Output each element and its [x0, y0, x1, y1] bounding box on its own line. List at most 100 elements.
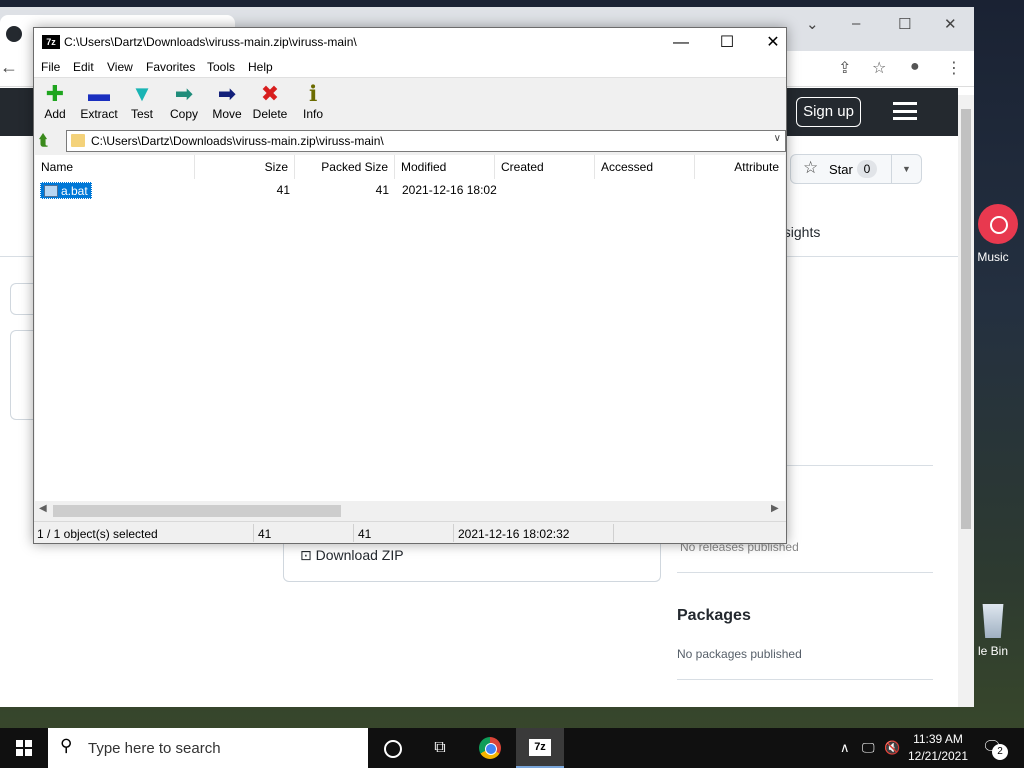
packages-heading[interactable]: Packages	[677, 607, 751, 625]
left-panel-fragment	[10, 283, 34, 315]
sevenzip-titlebar[interactable]: 7z C:\Users\Dartz\Downloads\viruss-main.…	[34, 28, 786, 58]
sevenzip-window: 7z C:\Users\Dartz\Downloads\viruss-main.…	[33, 27, 787, 544]
column-created[interactable]: Created	[495, 155, 595, 179]
status-separator	[453, 524, 454, 542]
browser-close-button[interactable]: ✕	[944, 15, 957, 33]
star-count: 0	[857, 160, 877, 178]
status-selection: 1 / 1 object(s) selected	[37, 527, 158, 541]
chrome-icon	[479, 737, 501, 759]
search-placeholder: Type here to search	[88, 740, 221, 757]
folder-icon	[71, 134, 85, 147]
horizontal-scroll-thumb[interactable]	[53, 505, 341, 517]
music-app-icon	[978, 204, 1018, 244]
sevenzip-maximize-button[interactable]: ☐	[704, 31, 750, 55]
sidebar-divider	[677, 572, 933, 573]
status-size: 41	[258, 527, 272, 541]
browser-tab-search-icon[interactable]: ⌄	[806, 15, 819, 33]
copy-label: Copy	[169, 107, 198, 121]
column-size[interactable]: Size	[195, 155, 295, 179]
search-icon: ⚲	[60, 736, 73, 755]
status-bar: 1 / 1 object(s) selected 41 41 2021-12-1…	[34, 521, 786, 543]
info-button[interactable]: ℹ Info	[301, 81, 325, 121]
menu-file[interactable]: File	[41, 60, 60, 74]
download-zip-link[interactable]: ⊡ Download ZIP	[300, 547, 404, 564]
extract-label: Extract	[80, 107, 118, 121]
task-view-icon[interactable]: ⧉	[416, 728, 464, 768]
test-button[interactable]: ▼ Test	[129, 81, 155, 121]
hamburger-menu-icon[interactable]	[893, 102, 917, 120]
status-separator	[353, 524, 354, 542]
extract-button[interactable]: ▬ Extract	[79, 81, 119, 121]
star-label: Star	[829, 162, 853, 177]
chrome-taskbar-button[interactable]	[466, 728, 514, 768]
github-favicon-icon	[6, 26, 22, 42]
clock-date: 12/21/2021	[907, 749, 969, 763]
network-icon[interactable]: 🖵	[862, 740, 875, 756]
volume-muted-icon[interactable]: 🔇	[884, 740, 900, 756]
left-panel-fragment	[10, 330, 34, 420]
share-icon[interactable]: ⇪	[838, 58, 851, 78]
notification-center-icon[interactable]: 🗨2	[982, 737, 1008, 760]
browser-maximize-button[interactable]: ☐	[898, 15, 911, 33]
copy-button[interactable]: ➡ Copy	[169, 81, 199, 121]
path-dropdown-icon[interactable]: ∨	[774, 133, 781, 144]
browser-minimize-button[interactable]: –	[852, 15, 860, 32]
scroll-left-icon[interactable]: ◀	[39, 503, 47, 514]
table-row[interactable]: a.bat 41 41 2021-12-16 18:02	[35, 181, 785, 199]
taskbar-clock[interactable]: 11:39 AM 12/21/2021	[904, 731, 972, 765]
horizontal-scrollbar[interactable]: ◀ ▶	[35, 502, 785, 519]
path-input[interactable]: C:\Users\Dartz\Downloads\viruss-main.zip…	[66, 130, 786, 152]
bookmark-star-icon[interactable]: ☆	[872, 58, 886, 78]
browser-scrollbar[interactable]	[958, 95, 974, 707]
browser-menu-icon[interactable]: ⋮	[946, 58, 962, 78]
move-button[interactable]: ➡ Move	[211, 81, 243, 121]
column-accessed[interactable]: Accessed	[595, 155, 695, 179]
path-bar: ⮬ C:\Users\Dartz\Downloads\viruss-main.z…	[34, 128, 786, 154]
status-modified: 2021-12-16 18:02:32	[458, 527, 570, 541]
file-name-cell[interactable]: a.bat	[40, 182, 92, 199]
column-modified[interactable]: Modified	[395, 155, 495, 179]
add-icon: ✚	[45, 81, 65, 106]
column-attribute[interactable]: Attribute	[695, 155, 785, 179]
star-dropdown-icon[interactable]: ▼	[891, 155, 921, 183]
menu-tools[interactable]: Tools	[207, 60, 235, 74]
taskbar-search-box[interactable]: ⚲ Type here to search	[48, 728, 368, 768]
info-icon: ℹ	[308, 81, 318, 106]
sevenzip-taskbar-icon: 7z	[529, 739, 551, 756]
clock-time: 11:39 AM	[913, 732, 963, 746]
recycle-bin-icon	[982, 604, 1004, 638]
file-packed-size: 41	[375, 183, 389, 197]
info-label: Info	[302, 107, 323, 121]
copy-icon: ➡	[174, 81, 194, 106]
status-packed: 41	[358, 527, 372, 541]
star-button[interactable]: ☆ Star 0 ▼	[790, 154, 922, 184]
taskbar: ⚲ Type here to search ⧉ 7z ∧ 🖵 🔇 11:39 A…	[0, 728, 1024, 768]
move-label: Move	[212, 107, 242, 121]
add-button[interactable]: ✚ Add	[43, 81, 67, 121]
sevenzip-app-icon: 7z	[42, 35, 60, 49]
sign-up-button[interactable]: Sign up	[796, 97, 861, 127]
column-name[interactable]: Name	[35, 155, 195, 179]
sevenzip-minimize-button[interactable]: —	[658, 31, 704, 55]
menu-help[interactable]: Help	[248, 60, 273, 74]
menu-favorites[interactable]: Favorites	[146, 60, 195, 74]
sevenzip-close-button[interactable]: ✕	[750, 31, 796, 55]
column-packed-size[interactable]: Packed Size	[295, 155, 395, 179]
windows-start-icon[interactable]	[16, 740, 32, 756]
file-size: 41	[276, 183, 290, 197]
cortana-icon[interactable]	[368, 728, 416, 768]
menu-view[interactable]: View	[107, 60, 133, 74]
file-list[interactable]: Name Size Packed Size Modified Created A…	[35, 155, 785, 501]
tray-overflow-icon[interactable]: ∧	[840, 740, 850, 756]
extract-icon: ▬	[88, 81, 110, 106]
sevenzip-taskbar-button[interactable]: 7z	[516, 728, 564, 768]
add-label: Add	[44, 107, 66, 121]
browser-scroll-thumb[interactable]	[961, 109, 971, 529]
delete-icon: ✖	[260, 81, 280, 106]
delete-button[interactable]: ✖ Delete	[252, 81, 288, 121]
back-arrow-icon[interactable]: ←	[0, 57, 18, 78]
profile-avatar-icon[interactable]: ●	[910, 58, 920, 76]
menu-edit[interactable]: Edit	[73, 60, 94, 74]
scroll-right-icon[interactable]: ▶	[771, 503, 779, 514]
up-folder-icon[interactable]: ⮬	[39, 132, 48, 149]
